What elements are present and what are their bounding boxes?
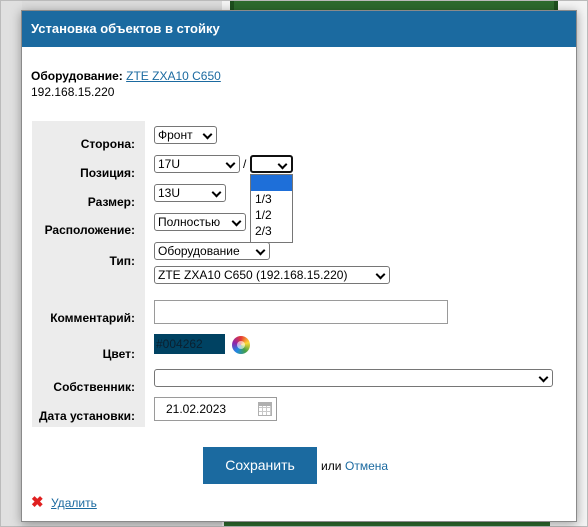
install-dialog: Установка объектов в стойку Оборудование… bbox=[21, 10, 577, 522]
equipment-link[interactable]: ZTE ZXA10 C650 bbox=[126, 69, 221, 83]
equipment-label: Оборудование: bbox=[31, 69, 123, 83]
color-wheel-icon[interactable] bbox=[232, 336, 250, 354]
install-date-label: Дата установки: bbox=[38, 409, 135, 423]
size-select[interactable]: 13U bbox=[154, 184, 226, 202]
form-labels-panel: Сторона: Позиция: Размер: Расположение: … bbox=[32, 121, 145, 427]
placement-label: Расположение: bbox=[44, 223, 135, 237]
position-select[interactable]: 17U bbox=[154, 155, 240, 173]
equipment-ip: 192.168.15.220 bbox=[31, 85, 115, 99]
device-select[interactable]: ZTE ZXA10 C650 (192.168.15.220) bbox=[154, 266, 390, 284]
close-icon[interactable]: ✖ bbox=[31, 495, 44, 511]
or-text: или bbox=[321, 459, 342, 473]
fraction-dropdown-list: 1/3 1/2 2/3 bbox=[250, 174, 293, 243]
position-fraction-select[interactable] bbox=[250, 155, 293, 173]
equipment-info: Оборудование: ZTE ZXA10 C650 192.168.15.… bbox=[31, 68, 221, 100]
type-select[interactable]: Оборудование bbox=[154, 242, 270, 260]
position-separator: / bbox=[243, 157, 247, 171]
install-date-value: 21.02.2023 bbox=[166, 402, 227, 416]
fraction-option[interactable]: 1/2 bbox=[251, 207, 292, 223]
color-input[interactable]: #004262 bbox=[154, 334, 225, 354]
delete-link[interactable]: Удалить bbox=[51, 496, 97, 510]
side-label: Сторона: bbox=[80, 137, 135, 151]
owner-label: Собственник: bbox=[53, 380, 135, 394]
fraction-option[interactable] bbox=[251, 175, 292, 191]
background-page-left bbox=[0, 0, 22, 527]
fraction-option[interactable]: 2/3 bbox=[251, 223, 292, 239]
dialog-title: Установка объектов в стойку bbox=[22, 11, 576, 47]
type-label: Тип: bbox=[109, 254, 136, 268]
fraction-option[interactable]: 1/3 bbox=[251, 191, 292, 207]
comment-input[interactable] bbox=[154, 300, 448, 324]
position-label: Позиция: bbox=[80, 166, 135, 180]
cancel-link[interactable]: Отмена bbox=[345, 459, 388, 473]
side-select[interactable]: Фронт bbox=[154, 126, 217, 144]
placement-select[interactable]: Полностью bbox=[154, 213, 246, 231]
color-label: Цвет: bbox=[102, 347, 135, 361]
size-label: Размер: bbox=[87, 195, 135, 209]
owner-select[interactable] bbox=[154, 369, 553, 387]
comment-label: Комментарий: bbox=[50, 311, 135, 325]
calendar-icon[interactable] bbox=[258, 402, 272, 416]
save-button[interactable]: Сохранить bbox=[203, 447, 317, 484]
install-date-input[interactable]: 21.02.2023 bbox=[154, 397, 277, 421]
